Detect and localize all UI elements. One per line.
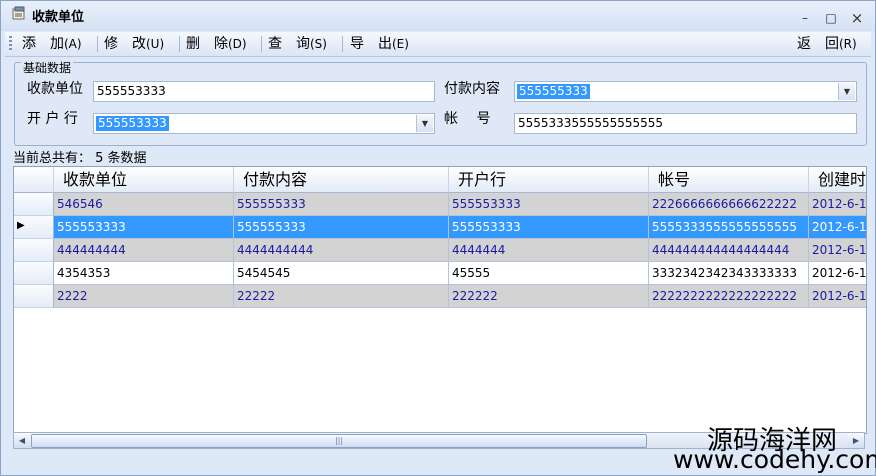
table-cell[interactable]: 555553333 xyxy=(449,193,649,216)
payee-input[interactable]: 555553333 xyxy=(93,81,435,102)
table-cell[interactable]: 22222 xyxy=(234,285,449,308)
toolbar-grip[interactable] xyxy=(9,36,12,52)
watermark-url: www.codehy.com xyxy=(673,445,876,474)
table-cell[interactable]: 2222222222222222222 xyxy=(649,285,809,308)
table-cell[interactable]: 45555 xyxy=(449,262,649,285)
payment-content-select[interactable]: 555555333 ▼ xyxy=(514,81,857,102)
column-header-account[interactable]: 帐号 xyxy=(649,167,809,193)
table-cell[interactable]: 444444444 xyxy=(54,239,234,262)
dropdown-arrow-icon[interactable]: ▼ xyxy=(416,115,433,132)
minimize-button[interactable]: – xyxy=(796,10,814,26)
export-button[interactable]: 导 出(E) xyxy=(350,35,409,53)
maximize-button[interactable]: □ xyxy=(822,10,840,26)
payment-content-label: 付款内容 xyxy=(444,81,500,97)
column-header-content[interactable]: 付款内容 xyxy=(234,167,449,193)
toolbar: 添 加(A) 修 改(U) 删 除(D) 查 询(S) 导 出(E) 返 回(R… xyxy=(5,32,871,57)
corner-header xyxy=(14,167,54,193)
toolbar-separator xyxy=(342,36,343,52)
table-cell[interactable]: 4444444444 xyxy=(234,239,449,262)
table-cell[interactable]: 2226666666666622222 xyxy=(649,193,809,216)
column-header-created[interactable]: 创建时 xyxy=(809,167,866,193)
table-cell[interactable]: 555555333 xyxy=(234,216,449,239)
table-cell[interactable]: 546546 xyxy=(54,193,234,216)
table-cell[interactable]: 2222 xyxy=(54,285,234,308)
dropdown-arrow-icon[interactable]: ▼ xyxy=(838,83,855,100)
row-header[interactable] xyxy=(14,285,54,308)
bank-value: 555553333 xyxy=(96,116,169,131)
table-row[interactable]: 444444444 4444444444 4444444 44444444444444… xyxy=(54,239,866,262)
account-label: 帐 号 xyxy=(444,111,491,127)
title-bar: 收款单位 – □ × xyxy=(1,1,875,31)
table-cell[interactable]: 555555333 xyxy=(234,193,449,216)
close-button[interactable]: × xyxy=(848,10,866,26)
table-cell[interactable]: 555553333 xyxy=(449,216,649,239)
table-row[interactable]: 2222 22222 222222 2222222222222222222 2012-6… xyxy=(54,285,866,308)
table-cell[interactable]: 444444444444444444 xyxy=(649,239,809,262)
app-icon xyxy=(12,6,25,20)
row-header[interactable] xyxy=(14,262,54,285)
account-input[interactable]: 5555333555555555555 xyxy=(514,113,857,134)
window-title: 收款单位 xyxy=(32,10,85,25)
toolbar-separator xyxy=(261,36,262,52)
table-cell[interactable]: 2012-6-1 xyxy=(809,262,866,285)
table-cell[interactable]: 2012-6-1 xyxy=(809,216,866,239)
payee-label: 收款单位 xyxy=(27,81,83,97)
record-count: 当前总共有： 5 条数据 xyxy=(13,151,147,166)
scroll-left-icon[interactable]: ◀ xyxy=(14,433,30,448)
table-row[interactable]: 555553333 555555333 555553333 5555333555555… xyxy=(54,216,866,239)
row-header[interactable]: ▶ xyxy=(14,216,54,239)
row-header[interactable] xyxy=(14,239,54,262)
table-cell[interactable]: 5454545 xyxy=(234,262,449,285)
bank-select[interactable]: 555553333 ▼ xyxy=(93,113,435,134)
main-window: 收款单位 – □ × 添 加(A) 修 改(U) 删 除(D) 查 询(S) 导… xyxy=(0,0,876,476)
data-grid[interactable]: 收款单位 付款内容 开户行 帐号 创建时 546546 555555333 5555… xyxy=(13,166,867,434)
table-cell[interactable]: 3332342342343333333 xyxy=(649,262,809,285)
toolbar-separator xyxy=(97,36,98,52)
table-cell[interactable]: 4444444 xyxy=(449,239,649,262)
search-button[interactable]: 查 询(S) xyxy=(268,35,327,53)
table-cell[interactable]: 5555333555555555555 xyxy=(649,216,809,239)
back-button[interactable]: 返 回(R) xyxy=(797,35,857,53)
table-cell[interactable]: 2012-6-1 xyxy=(809,193,866,216)
table-cell[interactable]: 222222 xyxy=(449,285,649,308)
payment-content-value: 555555333 xyxy=(517,84,590,99)
edit-button[interactable]: 修 改(U) xyxy=(104,35,164,53)
column-header-bank[interactable]: 开户行 xyxy=(449,167,649,193)
scroll-thumb[interactable]: ||| xyxy=(31,434,647,448)
column-header-payee[interactable]: 收款单位 xyxy=(54,167,234,193)
current-row-icon: ▶ xyxy=(17,220,25,231)
table-row[interactable]: 546546 555555333 555553333 2226666666666622… xyxy=(54,193,866,216)
group-title: 基础数据 xyxy=(21,59,74,76)
add-button[interactable]: 添 加(A) xyxy=(22,35,82,53)
table-cell[interactable]: 2012-6-1 xyxy=(809,285,866,308)
table-row[interactable]: 4354353 5454545 45555 3332342342343333333 20… xyxy=(54,262,866,285)
bank-label: 开 户 行 xyxy=(27,111,78,127)
row-header[interactable] xyxy=(14,193,54,216)
table-cell[interactable]: 4354353 xyxy=(54,262,234,285)
delete-button[interactable]: 删 除(D) xyxy=(186,35,247,53)
table-cell[interactable]: 2012-6-1 xyxy=(809,239,866,262)
table-cell[interactable]: 555553333 xyxy=(54,216,234,239)
toolbar-separator xyxy=(179,36,180,52)
